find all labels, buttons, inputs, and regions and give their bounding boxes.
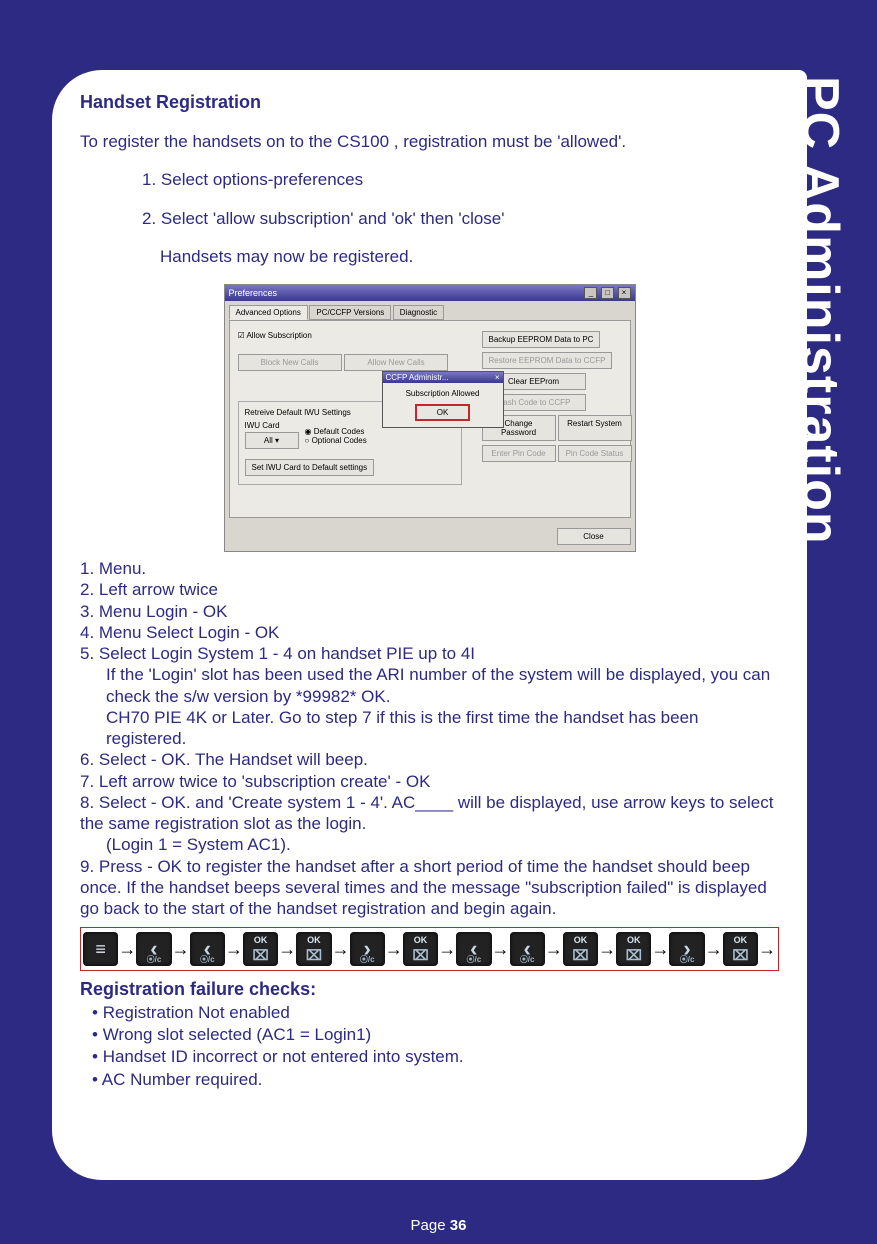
block-new-calls-button[interactable]: Block New Calls [238,354,342,371]
step-7: 7. Left arrow twice to 'subscription cre… [80,771,779,792]
step-1: 1. Menu. [80,558,779,579]
arrow-icon: → [598,939,616,960]
arrow-icon: → [438,939,456,960]
section-title: Handset Registration [80,92,779,113]
allow-new-calls-button[interactable]: Allow New Calls [344,354,448,371]
maximize-icon[interactable]: □ [601,287,614,299]
footer-label: Page [411,1217,450,1234]
intro-text: To register the handsets on to the CS100… [80,131,779,152]
arrow-icon: → [758,939,776,960]
dialog-title: CCFP Administr... [386,373,449,382]
step-9: 9. Press - OK to register the handset af… [80,856,779,920]
tabs-row: Advanced Options PC/CCFP Versions Diagno… [225,301,635,320]
radio-optional-codes[interactable]: ○ Optional Codes [305,436,367,445]
window-title: Preferences [229,288,278,298]
restore-button[interactable]: Restore EEPROM Data to CCFP [482,352,613,369]
failure-checks-list: Registration Not enabled Wrong slot sele… [92,1002,779,1090]
step-5: 5. Select Login System 1 - 4 on handset … [80,643,779,664]
tab-advanced[interactable]: Advanced Options [229,305,308,320]
radio-default-codes[interactable]: ◉ Default Codes [305,427,367,436]
minimize-icon[interactable]: _ [584,287,597,299]
dialog-ok-button[interactable]: OK [415,404,471,421]
key-menu-icon [83,932,118,966]
arrow-icon: → [492,939,510,960]
arrow-icon: → [545,939,563,960]
arrow-icon: → [385,939,403,960]
dialog-close-icon[interactable]: × [495,373,500,382]
backup-button[interactable]: Backup EEPROM Data to PC [482,331,601,348]
key-ok-icon [616,932,651,966]
step-3: 3. Menu Login - OK [80,601,779,622]
radio-optional-label: Optional Codes [312,436,367,445]
step-2: 2. Left arrow twice [80,579,779,600]
key-ok-icon [296,932,331,966]
page-content: Handset Registration To register the han… [52,70,807,1180]
arrow-icon: → [705,939,723,960]
window-controls: _ □ × [583,287,630,299]
allow-subscription-label: Allow Subscription [246,331,311,340]
iwu-card-select[interactable]: All ▾ [245,432,299,449]
arrow-icon: → [172,939,190,960]
intro-step-2: 2. Select 'allow subscription' and 'ok' … [142,208,779,229]
check-2: Wrong slot selected (AC1 = Login1) [92,1024,779,1046]
key-ok-icon [563,932,598,966]
tab-diagnostic[interactable]: Diagnostic [393,305,444,320]
enter-pin-button[interactable]: Enter Pin Code [482,445,556,462]
set-default-button[interactable]: Set IWU Card to Default settings [245,459,375,476]
arrow-icon: → [651,939,669,960]
step-5a: If the 'Login' slot has been used the AR… [106,664,779,707]
close-icon[interactable]: × [618,287,631,299]
failure-title: Registration failure checks: [80,979,779,1000]
key-left-icon: ⦿/c [190,932,225,966]
check-1: Registration Not enabled [92,1002,779,1024]
iwu-card-label: IWU Card [245,421,299,430]
arrow-icon: → [118,939,136,960]
arrow-icon: → [332,939,350,960]
close-button[interactable]: Close [557,528,631,545]
page-footer: Page 36 [0,1217,877,1234]
key-left-icon: ⦿/c [456,932,491,966]
iwu-card-value: All [264,436,273,445]
preferences-window: Preferences _ □ × Advanced Options PC/CC… [224,284,636,552]
window-titlebar: Preferences _ □ × [225,285,635,301]
footer-page-number: 36 [450,1217,467,1234]
pin-status-button[interactable]: Pin Code Status [558,445,632,462]
key-right-icon: ⦿/c [350,932,385,966]
key-ok-icon [723,932,758,966]
step-6: 6. Select - OK. The Handset will beep. [80,749,779,770]
key-ok-icon [403,932,438,966]
step-8: 8. Select - OK. and 'Create system 1 - 4… [80,792,779,835]
button-sequence-strip: →⦿/c→⦿/c→→→⦿/c→→⦿/c→⦿/c→→→⦿/c→→ [80,927,779,971]
check-4: AC Number required. [92,1069,779,1091]
panel-body: ☑ Allow Subscription Block New Calls All… [229,320,631,518]
intro-step-1: 1. Select options-preferences [142,169,779,190]
step-8a: (Login 1 = System AC1). [106,834,779,855]
arrow-icon: → [278,939,296,960]
tab-versions[interactable]: PC/CCFP Versions [309,305,391,320]
step-4: 4. Menu Select Login - OK [80,622,779,643]
subscription-dialog: CCFP Administr... × Subscription Allowed… [382,371,504,428]
step-5b: CH70 PIE 4K or Later. Go to step 7 if th… [106,707,779,750]
key-left-icon: ⦿/c [136,932,171,966]
dialog-titlebar: CCFP Administr... × [383,372,503,383]
key-ok-icon [243,932,278,966]
check-3: Handset ID incorrect or not entered into… [92,1046,779,1068]
radio-default-label: Default Codes [314,427,365,436]
key-right-icon: ⦿/c [669,932,704,966]
intro-step-note: Handsets may now be registered. [160,246,779,267]
arrow-icon: → [225,939,243,960]
dialog-message: Subscription Allowed [389,389,497,398]
key-left-icon: ⦿/c [510,932,545,966]
restart-button[interactable]: Restart System [558,415,632,441]
